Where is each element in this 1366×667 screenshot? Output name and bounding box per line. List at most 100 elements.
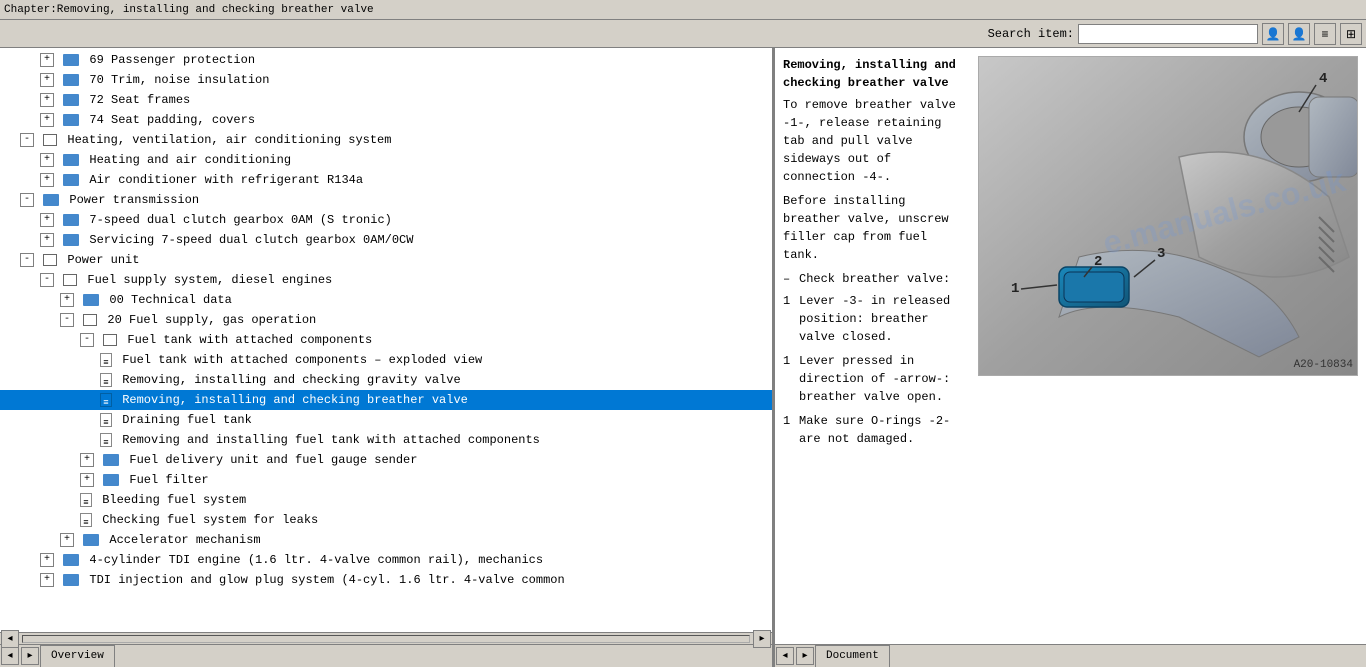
expand-icon: - bbox=[20, 253, 34, 267]
doc-icon: ≡ bbox=[80, 513, 92, 527]
image-label: A20-10834 bbox=[1294, 359, 1353, 371]
svg-text:2: 2 bbox=[1094, 254, 1102, 270]
tree-item[interactable]: + 72 Seat frames bbox=[0, 90, 772, 110]
tree-item[interactable]: ≡ Removing and installing fuel tank with… bbox=[0, 430, 772, 450]
doc-num-3: 1 Make sure O-rings -2- are not damaged. bbox=[783, 412, 970, 448]
expand-icon: + bbox=[40, 113, 54, 127]
folder-icon bbox=[43, 194, 59, 206]
doc-num-1: 1 Lever -3- in released position: breath… bbox=[783, 292, 970, 346]
tree-item[interactable]: - 20 Fuel supply, gas operation bbox=[0, 310, 772, 330]
tree-item[interactable]: + Servicing 7-speed dual clutch gearbox … bbox=[0, 230, 772, 250]
expand-icon: + bbox=[40, 173, 54, 187]
folder-icon bbox=[103, 454, 119, 466]
tree-item[interactable]: + Fuel filter bbox=[0, 470, 772, 490]
expand-icon: + bbox=[40, 573, 54, 587]
tree-item[interactable]: + 00 Technical data bbox=[0, 290, 772, 310]
title-text: Chapter:Removing, installing and checkin… bbox=[4, 4, 374, 16]
expand-icon: + bbox=[40, 213, 54, 227]
expand-icon: + bbox=[40, 153, 54, 167]
svg-text:1: 1 bbox=[1011, 281, 1019, 297]
tree-item[interactable]: + Air conditioner with refrigerant R134a bbox=[0, 170, 772, 190]
tree-item[interactable]: - Fuel tank with attached components bbox=[0, 330, 772, 350]
bottom-right-bar: ◂ ▸ Document bbox=[775, 645, 1366, 667]
doc-num-2: 1 Lever pressed in direction of -arrow-:… bbox=[783, 352, 970, 406]
tree-item[interactable]: + 69 Passenger protection bbox=[0, 50, 772, 70]
doc-icon-selected: ≡ bbox=[100, 393, 112, 407]
tree-item[interactable]: - Fuel supply system, diesel engines bbox=[0, 270, 772, 290]
tree-item[interactable]: + Heating and air conditioning bbox=[0, 150, 772, 170]
doc-icon: ≡ bbox=[100, 413, 112, 427]
search-label: Search item: bbox=[988, 27, 1074, 41]
folder-icon bbox=[63, 574, 79, 586]
doc-icon: ≡ bbox=[80, 493, 92, 507]
user-btn-2[interactable]: 👤 bbox=[1288, 23, 1310, 45]
expand-icon: - bbox=[60, 313, 74, 327]
book-icon bbox=[83, 314, 97, 326]
folder-icon bbox=[63, 554, 79, 566]
doc-icon: ≡ bbox=[100, 353, 112, 367]
tree-item[interactable]: - Power transmission bbox=[0, 190, 772, 210]
tree-item[interactable]: ≡ Fuel tank with attached components – e… bbox=[0, 350, 772, 370]
expand-icon: + bbox=[40, 233, 54, 247]
folder-icon bbox=[63, 114, 79, 126]
tree-item[interactable]: ≡ Bleeding fuel system bbox=[0, 490, 772, 510]
tree-item[interactable]: + 70 Trim, noise insulation bbox=[0, 70, 772, 90]
folder-icon bbox=[63, 174, 79, 186]
expand-icon: + bbox=[60, 533, 74, 547]
doc-icon: ≡ bbox=[100, 373, 112, 387]
tree-item-selected[interactable]: ≡ Removing, installing and checking brea… bbox=[0, 390, 772, 410]
left-pane: + 69 Passenger protection + 70 Trim, noi… bbox=[0, 48, 775, 644]
folder-icon bbox=[83, 294, 99, 306]
scroll-right-tree-btn[interactable]: ▸ bbox=[21, 647, 39, 665]
expand-icon: + bbox=[80, 453, 94, 467]
book-icon bbox=[63, 274, 77, 286]
menu-btn[interactable]: ≡ bbox=[1314, 23, 1336, 45]
tree-item[interactable]: + Fuel delivery unit and fuel gauge send… bbox=[0, 450, 772, 470]
tree-item[interactable]: + 74 Seat padding, covers bbox=[0, 110, 772, 130]
svg-text:4: 4 bbox=[1319, 71, 1327, 87]
doc-icon: ≡ bbox=[100, 433, 112, 447]
title-bar: Chapter:Removing, installing and checkin… bbox=[0, 0, 1366, 20]
expand-icon: - bbox=[80, 333, 94, 347]
folder-icon bbox=[63, 54, 79, 66]
right-pane: Removing, installing and checking breath… bbox=[775, 48, 1366, 644]
tree-item[interactable]: ≡ Removing, installing and checking grav… bbox=[0, 370, 772, 390]
user-btn-1[interactable]: 👤 bbox=[1262, 23, 1284, 45]
tree-item[interactable]: - Power unit bbox=[0, 250, 772, 270]
doc-text: Removing, installing and checking breath… bbox=[783, 56, 970, 636]
expand-icon: - bbox=[20, 193, 34, 207]
tree-area: + 69 Passenger protection + 70 Trim, noi… bbox=[0, 48, 772, 632]
scroll-left-tree-btn[interactable]: ◂ bbox=[1, 647, 19, 665]
nav-next-btn[interactable]: ▸ bbox=[796, 647, 814, 665]
tree-item[interactable]: + Accelerator mechanism bbox=[0, 530, 772, 550]
expand-icon: + bbox=[80, 473, 94, 487]
book-icon bbox=[43, 254, 57, 266]
nav-prev-btn[interactable]: ◂ bbox=[776, 647, 794, 665]
expand-icon: + bbox=[60, 293, 74, 307]
overview-tab[interactable]: Overview bbox=[40, 645, 115, 667]
document-tab[interactable]: Document bbox=[815, 645, 890, 667]
tree-item[interactable]: - Heating, ventilation, air conditioning… bbox=[0, 130, 772, 150]
grid-btn[interactable]: ⊞ bbox=[1340, 23, 1362, 45]
toolbar: Search item: 👤 👤 ≡ ⊞ bbox=[0, 20, 1366, 48]
engine-diagram: 4 3 2 1 e.manuals.co.uk bbox=[979, 57, 1358, 376]
bottom-left-bar: ◂ ▸ Overview bbox=[0, 645, 775, 667]
search-input[interactable] bbox=[1078, 24, 1258, 44]
tree-item[interactable]: + 4-cylinder TDI engine (1.6 ltr. 4-valv… bbox=[0, 550, 772, 570]
expand-icon: - bbox=[20, 133, 34, 147]
tree-item[interactable]: ≡ Checking fuel system for leaks bbox=[0, 510, 772, 530]
doc-para-1: To remove breather valve -1-, release re… bbox=[783, 96, 970, 186]
tree-scrollbar[interactable]: ◂ ▸ bbox=[0, 632, 772, 644]
bottom-bar: ◂ ▸ Overview ◂ ▸ Document bbox=[0, 644, 1366, 666]
doc-image: 4 3 2 1 e.manuals.co.uk A20-10834 bbox=[978, 56, 1358, 376]
folder-icon bbox=[63, 94, 79, 106]
folder-icon bbox=[63, 154, 79, 166]
tree-item[interactable]: ≡ Draining fuel tank bbox=[0, 410, 772, 430]
folder-icon bbox=[103, 474, 119, 486]
tree-item[interactable]: + 7-speed dual clutch gearbox 0AM (S tro… bbox=[0, 210, 772, 230]
folder-icon bbox=[63, 234, 79, 246]
svg-text:3: 3 bbox=[1157, 246, 1165, 262]
folder-icon bbox=[83, 534, 99, 546]
expand-icon: - bbox=[40, 273, 54, 287]
tree-item[interactable]: + TDI injection and glow plug system (4-… bbox=[0, 570, 772, 590]
